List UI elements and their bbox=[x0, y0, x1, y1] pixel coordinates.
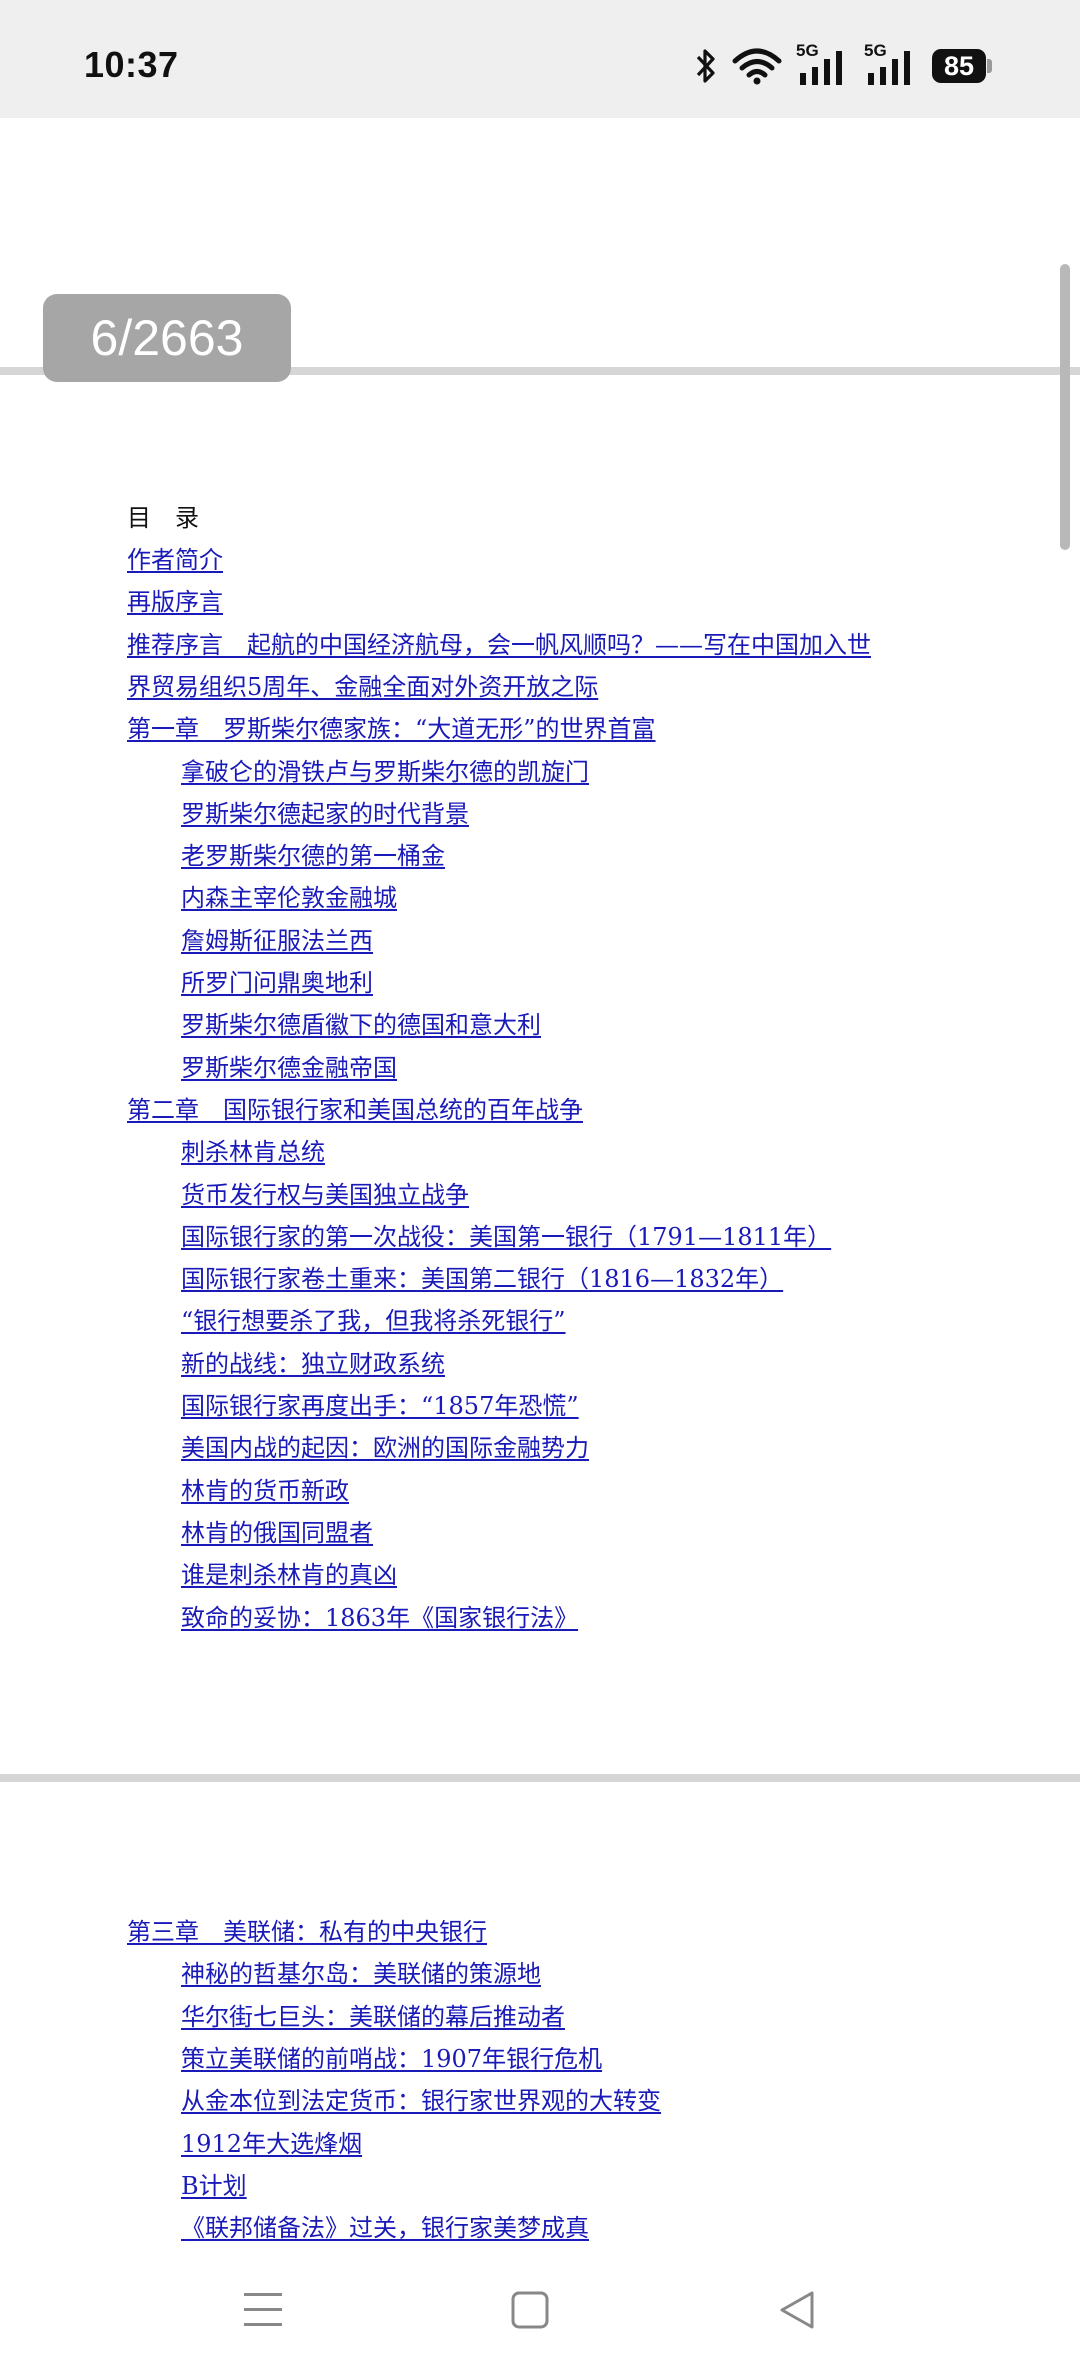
toc-link[interactable]: 策立美联储的前哨战：1907年银行危机 bbox=[181, 2038, 602, 2080]
menu-button[interactable] bbox=[223, 2270, 303, 2350]
toc-link[interactable]: 1912年大选烽烟 bbox=[181, 2123, 362, 2165]
home-button[interactable] bbox=[490, 2270, 570, 2350]
menu-icon bbox=[244, 2293, 282, 2326]
navigation-bar bbox=[0, 2246, 1080, 2374]
back-button[interactable] bbox=[757, 2270, 837, 2350]
toc-chapter-link[interactable]: 第三章 美联储：私有的中央银行 bbox=[127, 1911, 487, 1953]
reader-screen: 10:37 5G 5G 85 6/2663 目 录 作者简介 再版序言 推荐序言… bbox=[0, 0, 1080, 2374]
toc-link[interactable]: 华尔街七巨头：美联储的幕后推动者 bbox=[181, 1996, 565, 2038]
toc-page-2: 第三章 美联储：私有的中央银行 神秘的哲基尔岛：美联储的策源地 华尔街七巨头：美联储… bbox=[0, 0, 1080, 2246]
toc-link[interactable]: 《联邦储备法》过关，银行家美梦成真 bbox=[181, 2207, 589, 2249]
toc-link[interactable]: 从金本位到法定货币：银行家世界观的大转变 bbox=[181, 2080, 661, 2122]
toc-link[interactable]: B计划 bbox=[181, 2165, 247, 2207]
toc-link[interactable]: 神秘的哲基尔岛：美联储的策源地 bbox=[181, 1953, 541, 1995]
back-icon bbox=[780, 2291, 814, 2329]
home-icon bbox=[511, 2291, 549, 2329]
